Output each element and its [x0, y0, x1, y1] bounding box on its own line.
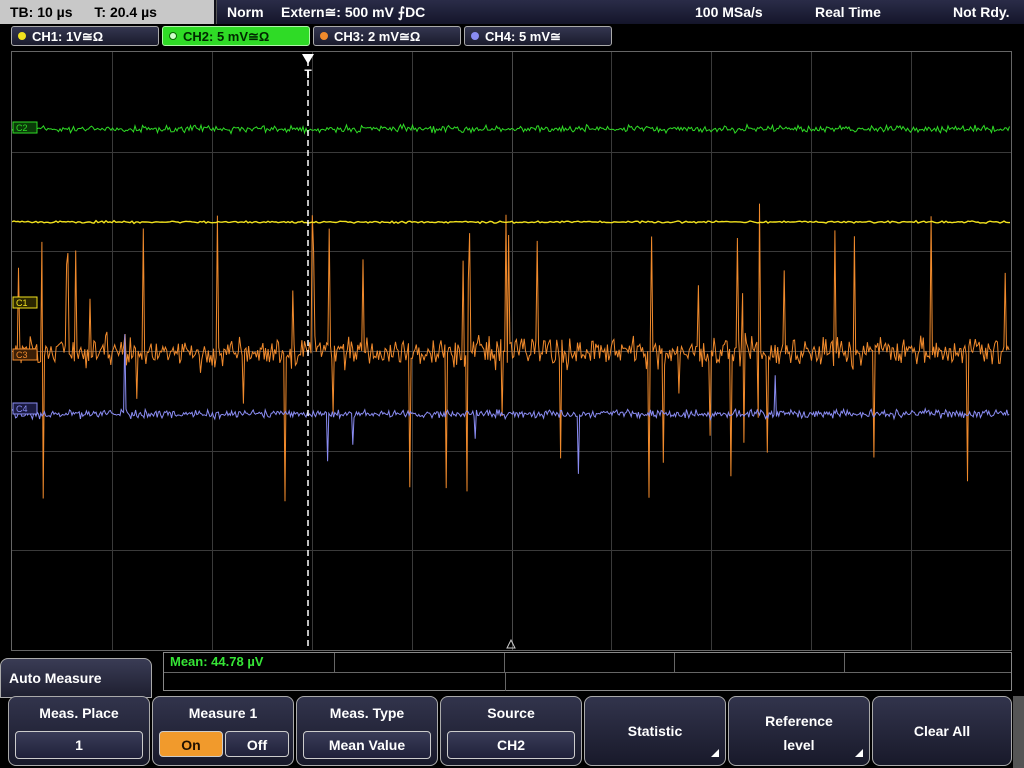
channel-tab-ch2[interactable]: CH2: 5 mV≅Ω	[162, 26, 310, 46]
acquisition-mode: Real Time	[815, 4, 881, 20]
measure-on-option[interactable]: On	[159, 731, 223, 757]
waveform-canvas: T C2 C1 C3 C4	[12, 52, 1011, 650]
channel-tab-ch1[interactable]: CH1: 1V≅Ω	[11, 26, 159, 46]
channel-label: CH2: 5 mV≅Ω	[183, 29, 270, 44]
meas-divider	[505, 672, 506, 691]
ch3-offset-marker[interactable]: C3	[12, 348, 38, 361]
ch1-offset-marker[interactable]: C1	[12, 296, 38, 309]
waveform-display[interactable]: T C2 C1 C3 C4	[11, 51, 1012, 651]
statistic-softkey[interactable]: Statistic	[584, 696, 726, 766]
channel-tab-ch4[interactable]: CH4: 5 mV≅	[464, 26, 612, 46]
softkey-label: Meas. Type	[329, 705, 405, 721]
trigger-time-value: T: 20.4 µs	[94, 4, 157, 20]
channel-tab-ch3[interactable]: CH3: 2 mV≅Ω	[313, 26, 461, 46]
timebase-value: TB: 10 µs	[10, 4, 73, 20]
ch1-waveform	[12, 219, 1010, 225]
acquisition-status-strip: Norm Extern≅: 500 mV ⨍DC 100 MSa/s Real …	[216, 0, 1024, 24]
ch2-marker-label: C2	[16, 123, 28, 133]
trigger-marker-label: T	[304, 67, 312, 81]
center-marker-icon	[506, 638, 516, 649]
channel-label: CH4: 5 mV≅	[485, 29, 561, 44]
meas-type-softkey[interactable]: Meas. Type Mean Value	[296, 696, 438, 766]
softkey-label: Measure 1	[188, 705, 258, 721]
submenu-arrow-icon	[855, 749, 863, 757]
meas-place-value: 1	[15, 731, 143, 759]
mean-readout: Mean: 44.78 µV	[170, 654, 264, 669]
menu-scroll-edge	[1013, 696, 1024, 768]
channel-tabs: CH1: 1V≅Ω CH2: 5 mV≅Ω CH3: 2 mV≅Ω CH4: 5…	[0, 26, 1024, 48]
menu-title: Auto Measure	[0, 658, 152, 698]
acquisition-status: Not Rdy.	[953, 4, 1010, 20]
channel-label: CH3: 2 mV≅Ω	[334, 29, 421, 44]
meas-cell[interactable]	[674, 653, 845, 673]
channel-dot-icon	[18, 32, 26, 40]
softkey-label: Source	[487, 705, 535, 721]
trigger-mode[interactable]: Norm	[227, 0, 264, 24]
meas-cell[interactable]	[334, 653, 505, 673]
channel-dot-icon	[471, 32, 479, 40]
sample-rate: 100 MSa/s	[695, 4, 763, 20]
measurement-bar: Mean: 44.78 µV	[163, 652, 1012, 691]
softkey-label: Statistic	[627, 723, 683, 739]
ch4-offset-marker[interactable]: C4	[12, 402, 38, 415]
measure-off-option[interactable]: Off	[225, 731, 289, 757]
ch4-marker-label: C4	[16, 404, 28, 414]
submenu-arrow-icon	[711, 749, 719, 757]
meas-cell[interactable]	[504, 653, 675, 673]
clear-all-softkey[interactable]: Clear All	[872, 696, 1012, 766]
meas-place-softkey[interactable]: Meas. Place 1	[8, 696, 150, 766]
ch3-marker-label: C3	[16, 350, 28, 360]
ch1-marker-label: C1	[16, 298, 28, 308]
softkey-label: Reference	[765, 713, 833, 729]
meas-cell[interactable]	[844, 653, 1011, 673]
softkey-label: level	[783, 737, 815, 753]
ch3-waveform	[12, 203, 1010, 502]
channel-label: CH1: 1V≅Ω	[32, 29, 104, 44]
source-softkey[interactable]: Source CH2	[440, 696, 582, 766]
softkey-label: Clear All	[913, 723, 971, 739]
ch2-waveform	[12, 122, 1010, 135]
measure1-softkey[interactable]: Measure 1 On Off	[152, 696, 294, 766]
channel-dot-icon	[320, 32, 328, 40]
channel-dot-icon	[169, 32, 177, 40]
softkey-label: Meas. Place	[39, 705, 119, 721]
timebase-box[interactable]: TB: 10 µs T: 20.4 µs	[0, 0, 214, 24]
meas-type-value: Mean Value	[303, 731, 431, 759]
source-value: CH2	[447, 731, 575, 759]
trigger-source[interactable]: Extern≅: 500 mV ⨍DC	[281, 0, 425, 24]
ch2-offset-marker[interactable]: C2	[12, 121, 38, 134]
reference-level-softkey[interactable]: Reference level	[728, 696, 870, 766]
